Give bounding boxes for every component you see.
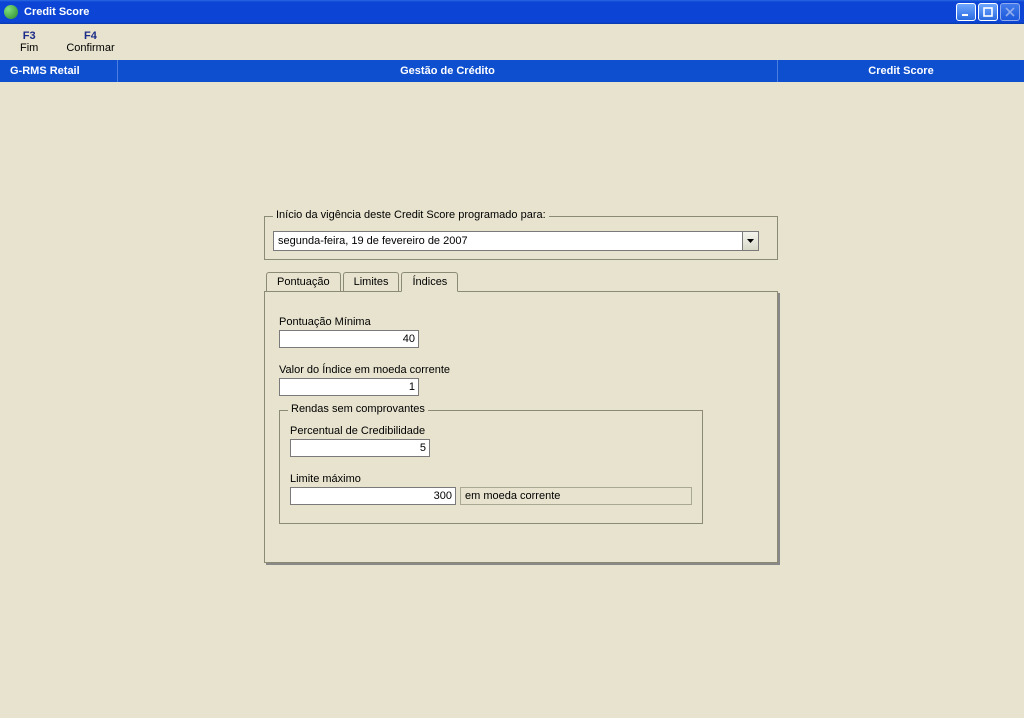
vigencia-date-dropdown[interactable]: segunda-feira, 19 de fevereiro de 2007 bbox=[273, 231, 759, 251]
maximize-button[interactable] bbox=[978, 3, 998, 21]
tabs-container: Pontuação Limites Índices Pontuação Míni… bbox=[264, 270, 778, 563]
fn-key-f4: F4 bbox=[66, 30, 114, 42]
module-mid: Gestão de Crédito bbox=[118, 60, 778, 82]
tab-content-indices: Pontuação Mínima Valor do Índice em moed… bbox=[264, 291, 778, 563]
titlebar: Credit Score bbox=[0, 0, 1024, 24]
chevron-down-icon[interactable] bbox=[742, 232, 758, 250]
fn-fim[interactable]: F3 Fim bbox=[20, 30, 38, 54]
tab-indices[interactable]: Índices bbox=[401, 272, 458, 292]
fn-key-f3: F3 bbox=[20, 30, 38, 42]
credibilidade-input[interactable] bbox=[290, 439, 430, 457]
function-key-bar: F3 Fim F4 Confirmar bbox=[0, 24, 1024, 60]
vigencia-legend: Início da vigência deste Credit Score pr… bbox=[273, 209, 549, 221]
vigencia-group: Início da vigência deste Credit Score pr… bbox=[264, 216, 778, 260]
pontuacao-minima-label: Pontuação Mínima bbox=[279, 316, 763, 328]
credibilidade-label: Percentual de Credibilidade bbox=[290, 425, 692, 437]
fn-label-fim: Fim bbox=[20, 42, 38, 54]
tab-row: Pontuação Limites Índices bbox=[266, 270, 778, 291]
valor-indice-input[interactable] bbox=[279, 378, 419, 396]
valor-indice-label: Valor do Índice em moeda corrente bbox=[279, 364, 763, 376]
tab-pontuacao-label: Pontuação bbox=[277, 276, 330, 288]
tab-limites[interactable]: Limites bbox=[343, 272, 400, 291]
main-area: Início da vigência deste Credit Score pr… bbox=[0, 82, 1024, 563]
close-button[interactable] bbox=[1000, 3, 1020, 21]
fn-confirmar[interactable]: F4 Confirmar bbox=[66, 30, 114, 54]
pontuacao-minima-input[interactable] bbox=[279, 330, 419, 348]
tab-limites-label: Limites bbox=[354, 276, 389, 288]
vigencia-date-value: segunda-feira, 19 de fevereiro de 2007 bbox=[274, 235, 742, 247]
module-right: Credit Score bbox=[778, 60, 1024, 82]
limite-maximo-suffix: em moeda corrente bbox=[460, 487, 692, 505]
module-bar: G-RMS Retail Gestão de Crédito Credit Sc… bbox=[0, 60, 1024, 82]
rendas-legend: Rendas sem comprovantes bbox=[288, 403, 428, 415]
window-title: Credit Score bbox=[24, 6, 956, 18]
limite-maximo-label: Limite máximo bbox=[290, 473, 692, 485]
fn-label-confirmar: Confirmar bbox=[66, 42, 114, 54]
tab-indices-label: Índices bbox=[412, 276, 447, 288]
tab-pontuacao[interactable]: Pontuação bbox=[266, 272, 341, 291]
module-left: G-RMS Retail bbox=[0, 60, 118, 82]
limite-maximo-input[interactable] bbox=[290, 487, 456, 505]
minimize-button[interactable] bbox=[956, 3, 976, 21]
window-controls bbox=[956, 3, 1020, 21]
rendas-group: Rendas sem comprovantes Percentual de Cr… bbox=[279, 410, 703, 524]
app-icon bbox=[4, 5, 18, 19]
